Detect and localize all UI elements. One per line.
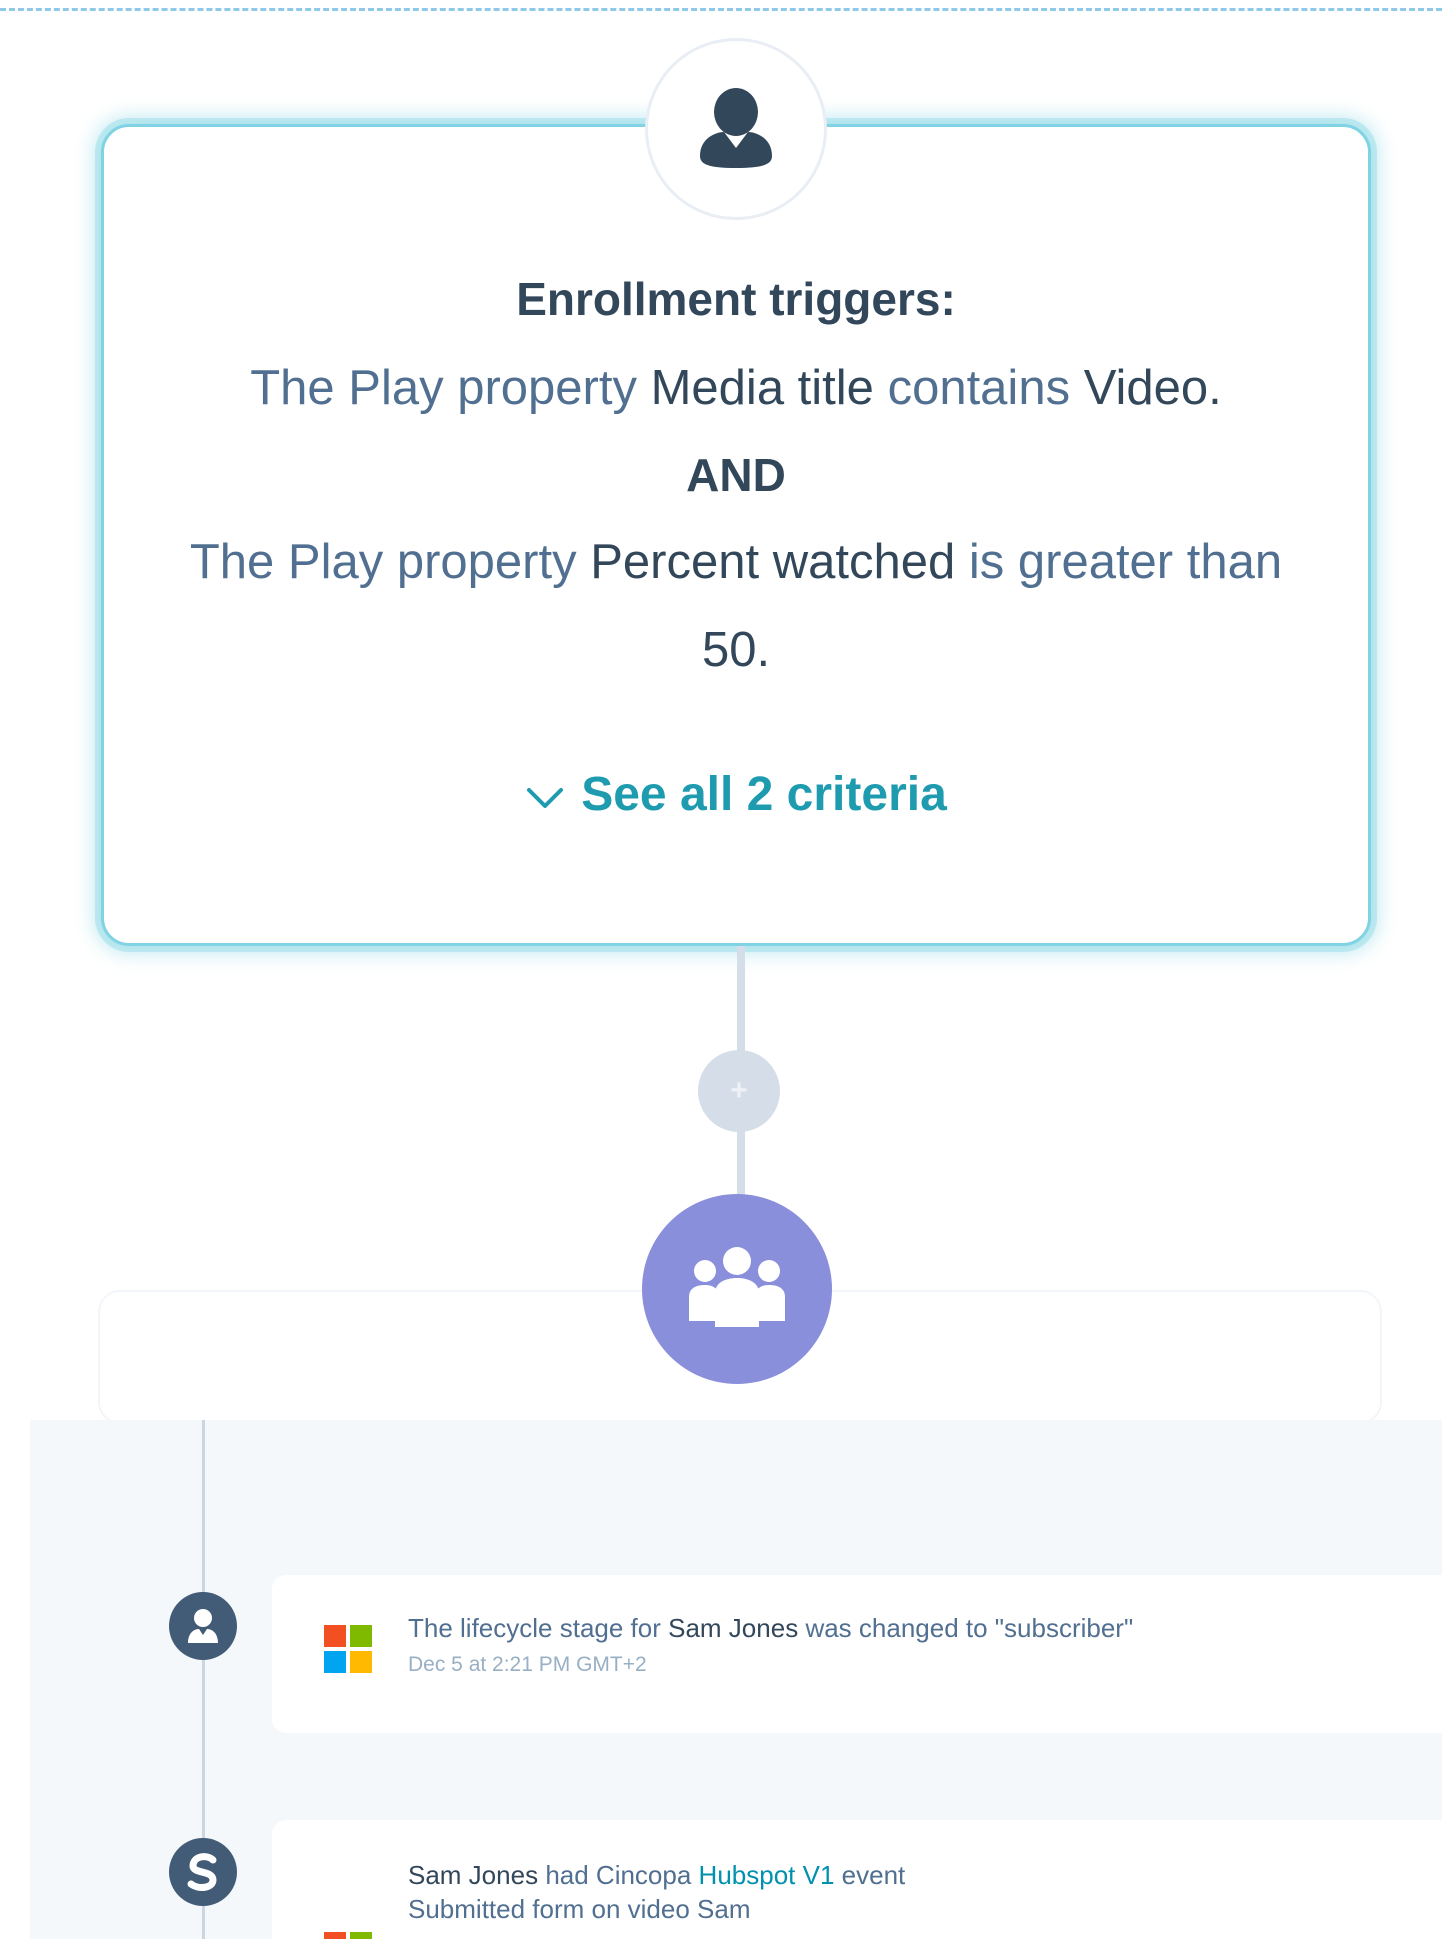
see-all-criteria-label: See all 2 criteria — [581, 768, 947, 821]
criterion-1-operator: contains — [887, 361, 1071, 415]
plus-icon: + — [730, 1074, 748, 1107]
event-1-pre: The lifecycle stage for — [408, 1613, 661, 1643]
event-2-detail: Submitted form on video Sam — [408, 1894, 751, 1924]
top-dashed-divider — [0, 8, 1442, 11]
timeline-contact-icon — [169, 1592, 237, 1660]
event-1-description: The lifecycle stage for Sam Jones was ch… — [408, 1613, 1133, 1644]
enrollment-trigger-card[interactable]: Enrollment triggers: The Play property M… — [101, 124, 1371, 946]
enrollment-triggers-heading: Enrollment triggers: — [516, 273, 956, 325]
criterion-2-prefix: The Play property — [189, 535, 577, 589]
add-action-button[interactable]: + — [698, 1050, 780, 1132]
contact-icon — [698, 86, 774, 173]
event-2-contact-name[interactable]: Sam Jones — [408, 1860, 538, 1890]
group-icon — [685, 1245, 789, 1334]
chevron-down-icon — [525, 767, 565, 822]
timeline-event-lifecycle[interactable]: The lifecycle stage for Sam Jones was ch… — [272, 1575, 1442, 1733]
event-2-description: Sam Jones had Cincopa Hubspot V1 event — [408, 1860, 905, 1891]
event-2-post: event — [841, 1860, 906, 1890]
contact-trigger-icon-badge — [645, 38, 827, 220]
criterion-2-operator: is greater than — [968, 535, 1283, 589]
microsoft-logo-icon — [324, 1625, 372, 1673]
criterion-2-value: 50. — [701, 623, 771, 677]
see-all-criteria-link[interactable]: See all 2 criteria — [104, 767, 1368, 822]
criterion-2: The Play property Percent watched is gre… — [104, 532, 1368, 592]
event-1-contact-name[interactable]: Sam Jones — [668, 1613, 798, 1643]
criterion-1-value: Video. — [1083, 361, 1222, 415]
criterion-2-property: Percent watched — [590, 535, 956, 589]
event-2-mid: had Cincopa — [545, 1860, 692, 1890]
criterion-1-prefix: The Play property — [250, 361, 637, 415]
microsoft-logo-icon — [324, 1932, 372, 1939]
event-2-integration-link[interactable]: Hubspot V1 — [699, 1860, 835, 1890]
criteria-joiner: AND — [686, 449, 786, 501]
timeline-event-cincopa[interactable]: Sam Jones had Cincopa Hubspot V1 event S… — [272, 1820, 1442, 1939]
timeline-cincopa-icon — [169, 1838, 237, 1906]
event-1-timestamp: Dec 5 at 2:21 PM GMT+2 — [408, 1653, 647, 1676]
event-1-post: was changed to "subscriber" — [805, 1613, 1134, 1643]
criterion-1: The Play property Media title contains V… — [104, 358, 1368, 418]
activity-timeline-panel: The lifecycle stage for Sam Jones was ch… — [30, 1420, 1442, 1939]
workflow-page: Enrollment triggers: The Play property M… — [0, 0, 1442, 1939]
criterion-1-property: Media title — [650, 361, 874, 415]
enrolled-contacts-badge[interactable] — [642, 1194, 832, 1384]
